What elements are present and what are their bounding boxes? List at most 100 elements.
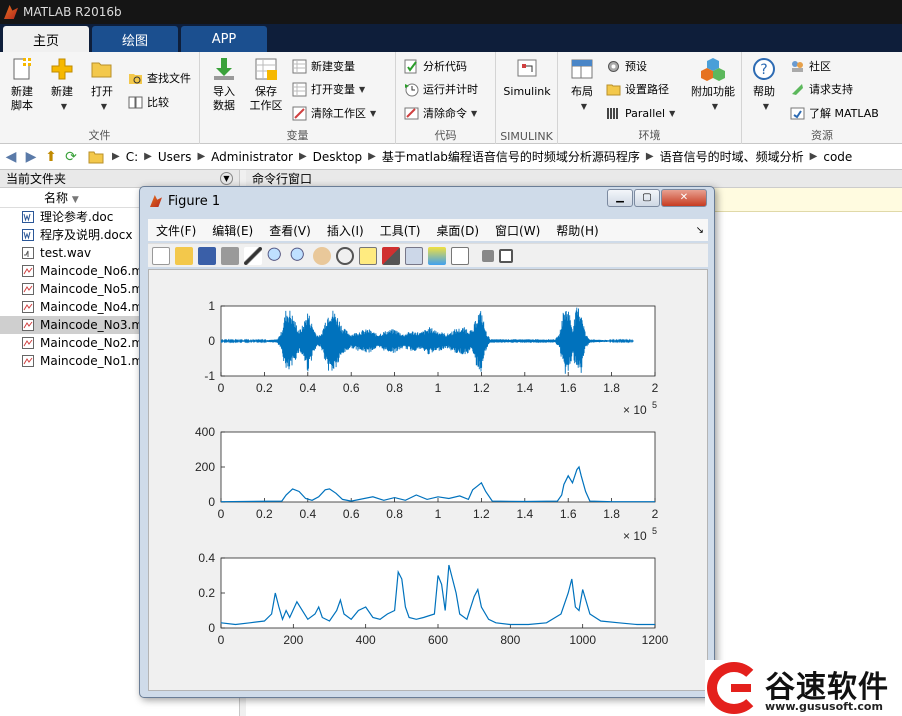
learn-icon — [790, 107, 805, 119]
open-label: 打开 — [91, 85, 113, 98]
legend-icon[interactable] — [451, 246, 469, 265]
figure-menu-item[interactable]: 编辑(E) — [212, 222, 253, 239]
pointer-icon[interactable] — [244, 246, 262, 265]
open-file-icon[interactable] — [175, 246, 193, 265]
rotate-3d-icon[interactable] — [336, 246, 354, 265]
chevron-down-icon: ▼ — [100, 102, 108, 111]
help-button[interactable]: ? 帮助 ▼ — [742, 56, 786, 114]
path-segment[interactable]: 基于matlab编程语音信号的时频域分析源码程序 — [382, 148, 640, 165]
x-tick-label: 1 — [435, 507, 442, 521]
clear-commands-icon — [404, 107, 419, 119]
m-file-icon — [22, 301, 34, 313]
audio-file-icon — [22, 247, 34, 259]
ribbon-group-variable: 导入 数据 保存 工作区 新建变量 打开变量 ▼ 清除工作区 ▼ 变量 — [200, 52, 396, 144]
browse-folder-icon[interactable]: ⟳ — [62, 148, 80, 166]
print-icon[interactable] — [221, 246, 239, 265]
open-button[interactable]: 打开 ▼ — [80, 56, 124, 114]
brush-icon[interactable] — [382, 246, 400, 265]
group-label-code: 代码 — [434, 129, 457, 142]
simulink-icon — [517, 59, 537, 77]
compare-button[interactable]: 比较 — [128, 92, 169, 112]
path-segment[interactable]: code — [823, 150, 852, 164]
sort-down-icon: ▼ — [71, 195, 79, 205]
preferences-button[interactable]: 预设 — [606, 56, 647, 76]
x-tick-label: 0.6 — [343, 507, 360, 521]
app-title-bar: MATLAB R2016b — [0, 0, 902, 24]
analyze-code-button[interactable]: 分析代码 — [404, 56, 467, 76]
panel-options-icon[interactable]: ▼ — [220, 172, 233, 185]
save-workspace-button[interactable]: 保存 工作区 — [244, 56, 288, 113]
file-name: Maincode_No2.m — [40, 336, 144, 350]
clear-workspace-button[interactable]: 清除工作区 ▼ — [292, 103, 376, 123]
new-script-button[interactable]: 新建 脚本 — [0, 56, 44, 113]
up-folder-icon[interactable]: ⬆ — [42, 148, 60, 166]
y-tick-label: 400 — [195, 425, 215, 439]
new-button[interactable]: 新建 ▼ — [40, 56, 84, 114]
parallel-button[interactable]: Parallel ▼ — [606, 103, 675, 123]
clear-commands-button[interactable]: 清除命令 ▼ — [404, 103, 477, 123]
pan-icon[interactable] — [313, 246, 331, 265]
new-variable-button[interactable]: 新建变量 — [292, 56, 355, 76]
dock-arrow-icon[interactable]: ↘ — [696, 225, 704, 236]
simulink-button[interactable]: Simulink — [502, 56, 552, 99]
back-arrow-icon[interactable]: ◀ — [2, 148, 20, 166]
save-icon[interactable] — [198, 246, 216, 265]
maximize-button[interactable]: ▢ — [634, 189, 660, 207]
path-segment[interactable]: C: — [126, 150, 138, 164]
community-label: 社区 — [809, 60, 831, 73]
figure-menu-item[interactable]: 窗口(W) — [495, 222, 540, 239]
learn-matlab-button[interactable]: 了解 MATLAB — [790, 103, 879, 123]
app-title: MATLAB R2016b — [23, 5, 122, 19]
addons-button[interactable]: 附加功能 ▼ — [686, 56, 740, 114]
x-tick-label: 0 — [218, 381, 225, 395]
figure-menu-item[interactable]: 工具(T) — [380, 222, 421, 239]
data-cursor-icon[interactable] — [359, 246, 377, 265]
y-tick-label: 200 — [195, 460, 215, 474]
forward-arrow-icon[interactable]: ▶ — [22, 148, 40, 166]
zoom-in-icon[interactable] — [267, 246, 285, 265]
analyze-code-icon — [404, 59, 417, 73]
x-tick-label: 0.2 — [256, 507, 273, 521]
plus-icon — [51, 58, 73, 80]
show-plot-tools-icon[interactable] — [499, 248, 513, 263]
figure-menu-bar: 文件(F) 编辑(E) 查看(V) 插入(I) 工具(T) 桌面(D) 窗口(W) 帮助(H)… — [148, 219, 708, 241]
request-support-button[interactable]: 请求支持 — [790, 79, 853, 99]
close-button[interactable]: ✕ — [661, 189, 707, 207]
import-data-button[interactable]: 导入 数据 — [202, 56, 246, 113]
chevron-down-icon: ▼ — [471, 108, 478, 118]
run-and-time-label: 运行并计时 — [423, 83, 478, 96]
hide-plot-tools-icon[interactable] — [482, 249, 494, 262]
current-folder-title: 当前文件夹 — [6, 172, 67, 186]
find-files-label: 查找文件 — [147, 72, 191, 85]
path-segment[interactable]: Administrator — [211, 150, 293, 164]
path-segment[interactable]: 语音信号的时域、频域分析 — [660, 148, 804, 165]
ribbon-group-file: 新建 脚本 新建 ▼ 打开 ▼ 查找文件 比较 文件 — [0, 52, 200, 144]
link-plot-icon[interactable] — [405, 246, 423, 265]
new-figure-icon[interactable] — [152, 246, 170, 265]
path-separator-icon: ▶ — [298, 151, 307, 162]
figure-menu-item[interactable]: 查看(V) — [269, 222, 311, 239]
open-variable-button[interactable]: 打开变量 ▼ — [292, 79, 365, 99]
figure-menu-item[interactable]: 插入(I) — [327, 222, 364, 239]
tab-home[interactable]: 主页 — [3, 26, 89, 52]
group-label-simulink: SIMULINK — [500, 130, 553, 143]
figure-menu-item[interactable]: 帮助(H) — [556, 222, 598, 239]
path-segment[interactable]: Users — [158, 150, 192, 164]
minimize-button[interactable]: ▁ — [607, 189, 633, 207]
find-files-button[interactable]: 查找文件 — [128, 68, 191, 88]
community-button[interactable]: 社区 — [790, 56, 831, 76]
layout-button[interactable]: 布局 ▼ — [560, 56, 604, 114]
colorbar-icon[interactable] — [428, 246, 446, 265]
set-path-button[interactable]: 设置路径 — [606, 79, 669, 99]
tab-plots[interactable]: 绘图 — [92, 26, 178, 52]
tab-apps[interactable]: APP — [181, 26, 267, 52]
run-and-time-button[interactable]: 运行并计时 — [404, 79, 478, 99]
figure-menu-item[interactable]: 桌面(D) — [436, 222, 479, 239]
figure-menu-item[interactable]: 文件(F) — [156, 222, 196, 239]
x-tick-label: 1 — [435, 381, 442, 395]
matlab-figure-icon — [150, 195, 162, 207]
path-segment[interactable]: Desktop — [313, 150, 363, 164]
run-and-time-icon — [405, 83, 419, 96]
axes-box — [220, 431, 656, 503]
zoom-out-icon[interactable] — [290, 246, 308, 265]
